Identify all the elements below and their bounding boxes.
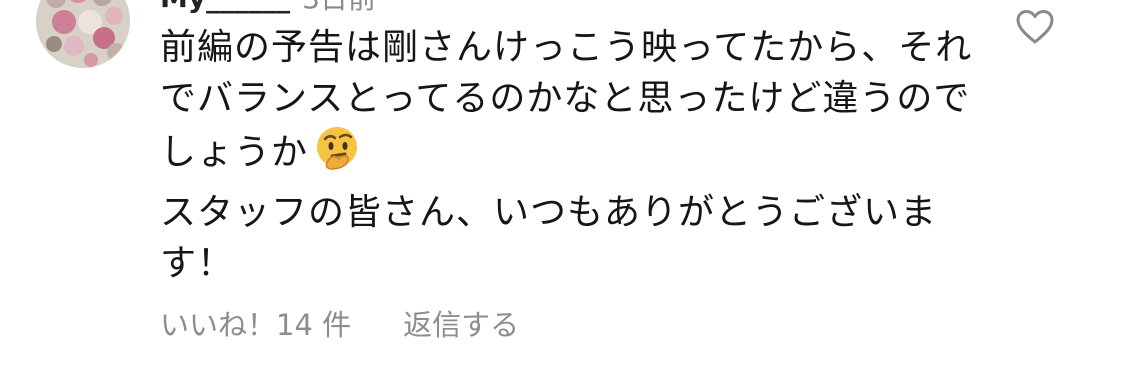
comment-paragraph-1: 前編の予告は剛さんけっこう映ってたから、それでバランスとってるのかなと思ったけど… bbox=[160, 22, 990, 178]
thinking-face-emoji bbox=[312, 124, 362, 174]
username[interactable]: My______ bbox=[160, 0, 290, 14]
comment-actions: いいね！14 件 返信する bbox=[160, 301, 519, 345]
comment-paragraph-2: スタッフの皆さん、いつもありがとうございます！ bbox=[160, 192, 938, 284]
comment-item: My______ 3日前 前編の予告は剛さんけっこう映ってたから、それでバランス… bbox=[0, 0, 1125, 387]
comment-body: 前編の予告は剛さんけっこう映ってたから、それでバランスとってるのかなと思ったけど… bbox=[160, 22, 990, 289]
comment-header: My______ 3日前 bbox=[160, 0, 376, 15]
like-count[interactable]: いいね！14 件 bbox=[160, 302, 351, 344]
comment-timestamp: 3日前 bbox=[302, 0, 376, 17]
heart-icon bbox=[1015, 10, 1055, 49]
reply-button[interactable]: 返信する bbox=[403, 302, 519, 344]
avatar[interactable] bbox=[36, 0, 130, 68]
comment-text-1: 前編の予告は剛さんけっこう映ってたから、それでバランスとってるのかなと思ったけど… bbox=[160, 27, 973, 173]
like-button[interactable] bbox=[1015, 9, 1055, 45]
